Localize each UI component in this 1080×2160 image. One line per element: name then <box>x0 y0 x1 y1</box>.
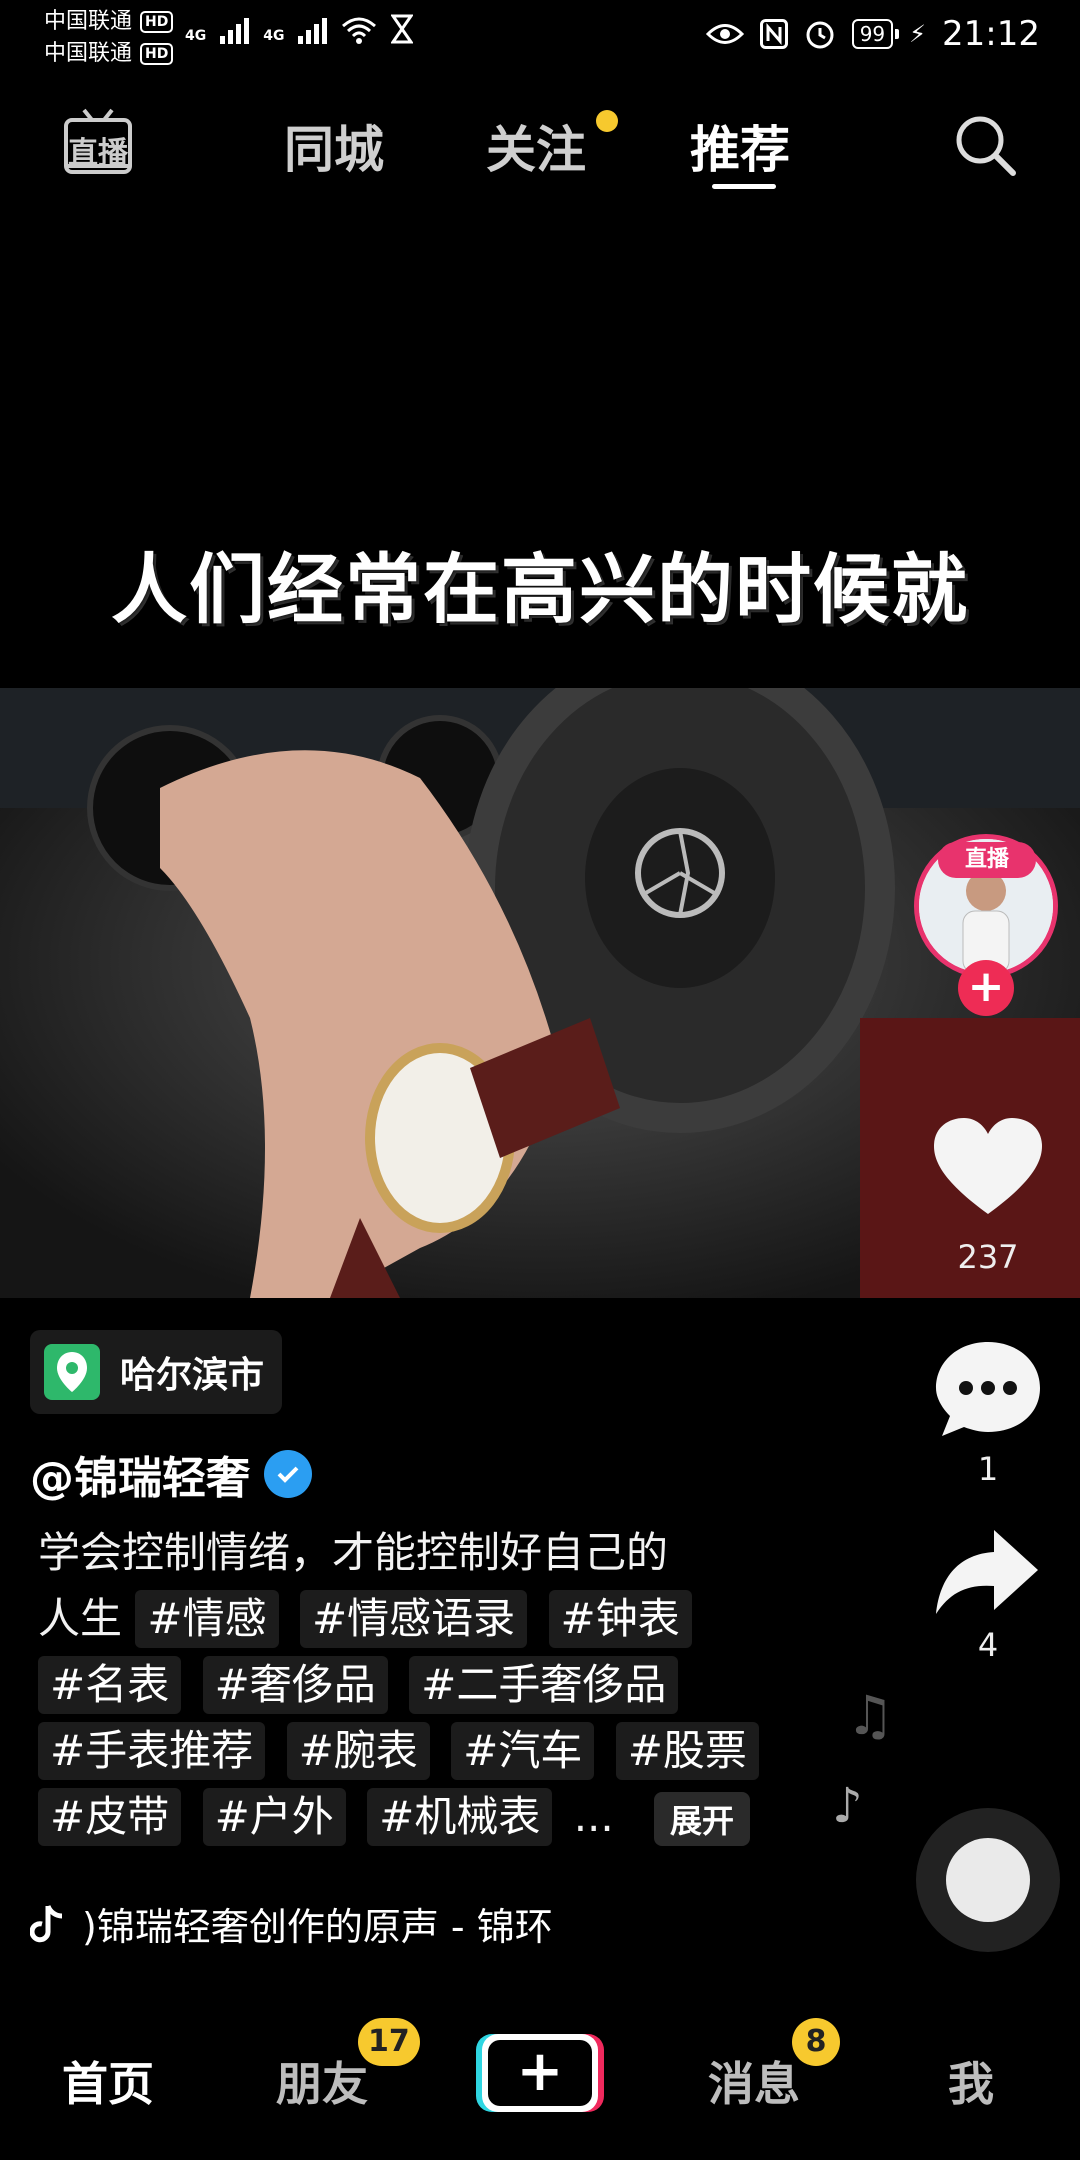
location-label: 哈尔滨市 <box>120 1355 265 1396</box>
music-title: )锦瑞轻奢创作的原声 - 锦环 <box>82 1905 553 1949</box>
hourglass-icon <box>391 14 414 44</box>
messages-badge: 8 <box>792 2018 840 2066</box>
location-pin-icon <box>44 1344 100 1400</box>
tab-recommend[interactable]: 推荐 <box>690 110 790 182</box>
hashtag[interactable]: #名表 <box>38 1656 182 1714</box>
hashtag[interactable]: #户外 <box>202 1788 346 1846</box>
hashtag[interactable]: #股票 <box>615 1722 759 1780</box>
hd-badge-2: HD <box>140 43 174 65</box>
nav-friends[interactable]: 朋友 <box>276 2048 368 2114</box>
verified-check-icon <box>264 1450 312 1498</box>
nfc-icon <box>759 19 788 49</box>
net-type-1: 4G <box>185 28 207 44</box>
hashtag[interactable]: #腕表 <box>286 1722 430 1780</box>
description-line-1: 学会控制情绪，才能控制好自己的 <box>38 1528 669 1577</box>
hashtag[interactable]: #皮带 <box>38 1788 182 1846</box>
comment-icon[interactable] <box>934 1338 1042 1440</box>
comment-count: 1 <box>977 1450 999 1488</box>
carrier-2: 中国联通 <box>44 41 133 66</box>
video-caption: 人们经常在高兴的时候就 <box>111 545 969 634</box>
charging-icon: ⚡ <box>909 20 927 48</box>
create-button[interactable]: + <box>482 2034 598 2112</box>
nav-home[interactable]: 首页 <box>62 2048 154 2114</box>
tab-nearby[interactable]: 同城 <box>284 110 384 182</box>
like-count: 237 <box>957 1238 1019 1276</box>
hashtag[interactable]: #汽车 <box>451 1722 595 1780</box>
music-disc-cover <box>946 1838 1030 1922</box>
share-arrow-icon[interactable] <box>934 1526 1042 1618</box>
search-icon[interactable] <box>952 112 1018 178</box>
live-badge: 直播 <box>938 842 1036 878</box>
video-frame[interactable] <box>0 688 1080 1298</box>
top-nav: 直播 同城 关注 推荐 <box>0 100 1080 190</box>
battery-indicator: 99 <box>851 19 900 49</box>
friends-badge: 17 <box>358 2018 420 2066</box>
signal-icon-2 <box>298 18 328 44</box>
tiktok-note-icon <box>30 1904 63 1942</box>
wifi-icon <box>342 17 377 44</box>
music-note-icon-2: ♪ <box>832 1778 863 1834</box>
active-tab-indicator <box>712 184 776 189</box>
hashtag[interactable]: #情感 <box>135 1590 279 1648</box>
hashtag[interactable]: #情感语录 <box>299 1590 528 1648</box>
status-carriers: 中国联通 HD 中国联通 HD <box>44 6 174 70</box>
music-disc[interactable] <box>916 1808 1060 1952</box>
hd-badge-1: HD <box>140 11 174 33</box>
carrier-1: 中国联通 <box>44 9 133 34</box>
location-chip[interactable]: 哈尔滨市 <box>30 1330 283 1414</box>
description-ellipsis: ... <box>573 1792 614 1841</box>
hashtag[interactable]: #奢侈品 <box>202 1656 388 1714</box>
nav-me[interactable]: 我 <box>948 2048 994 2114</box>
nav-messages[interactable]: 消息 <box>708 2048 800 2114</box>
plus-icon: + <box>488 2040 592 2106</box>
tab-following[interactable]: 关注 <box>486 110 586 182</box>
eye-icon <box>705 24 744 44</box>
hashtag[interactable]: #钟表 <box>548 1590 692 1648</box>
author-name[interactable]: @锦瑞轻奢 <box>30 1442 250 1506</box>
author-row[interactable]: @锦瑞轻奢 <box>30 1442 312 1506</box>
follow-button[interactable]: + <box>958 960 1014 1016</box>
status-time: 21:12 <box>942 14 1040 54</box>
hashtag[interactable]: #机械表 <box>367 1788 553 1846</box>
signal-indicators: 4G 4G <box>185 14 414 44</box>
status-right: 99 ⚡ 21:12 <box>705 14 1040 54</box>
music-info[interactable]: )锦瑞轻奢创作的原声 - 锦环 <box>30 1896 590 1951</box>
live-entry-label: 直播 <box>68 136 128 171</box>
share-count: 4 <box>977 1626 999 1664</box>
music-note-icon: ♫ <box>846 1684 895 1747</box>
alarm-icon <box>806 21 834 49</box>
hashtag[interactable]: #手表推荐 <box>38 1722 266 1780</box>
description-line-2: 人生 <box>38 1594 123 1643</box>
video-scene <box>0 688 1080 1298</box>
net-type-2: 4G <box>263 28 285 44</box>
signal-icon <box>220 18 250 44</box>
following-new-dot <box>596 110 618 132</box>
expand-button[interactable]: 展开 <box>654 1792 751 1846</box>
live-entry-button[interactable]: 直播 <box>62 106 134 178</box>
like-heart-icon[interactable] <box>934 1118 1042 1218</box>
hashtag[interactable]: #二手奢侈品 <box>409 1656 679 1714</box>
